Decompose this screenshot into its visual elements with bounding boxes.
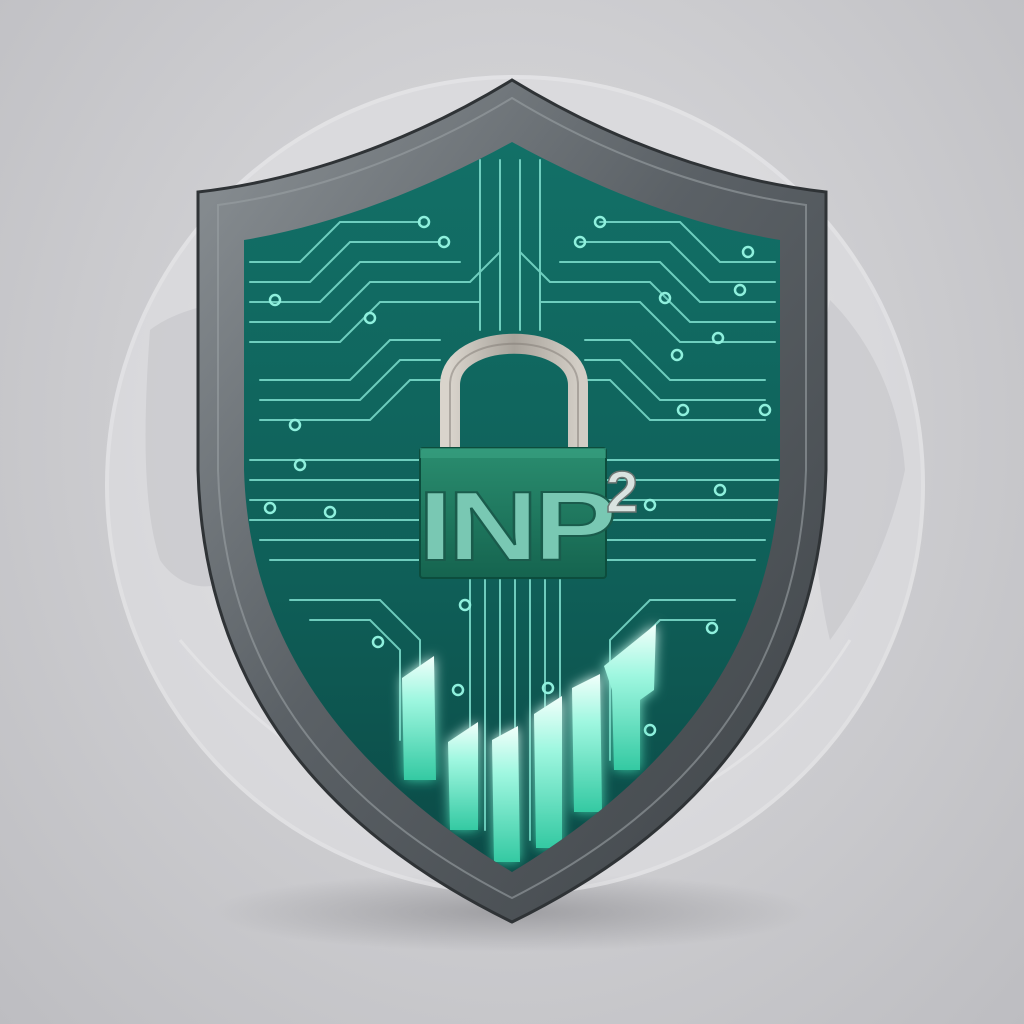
- logo-text: INP: [418, 471, 614, 581]
- security-emblem: INP 2: [105, 75, 925, 952]
- logo-wordmark: INP 2: [417, 459, 639, 582]
- logo-canvas: INP 2: [0, 0, 1024, 1024]
- logo-superscript: 2: [606, 460, 638, 525]
